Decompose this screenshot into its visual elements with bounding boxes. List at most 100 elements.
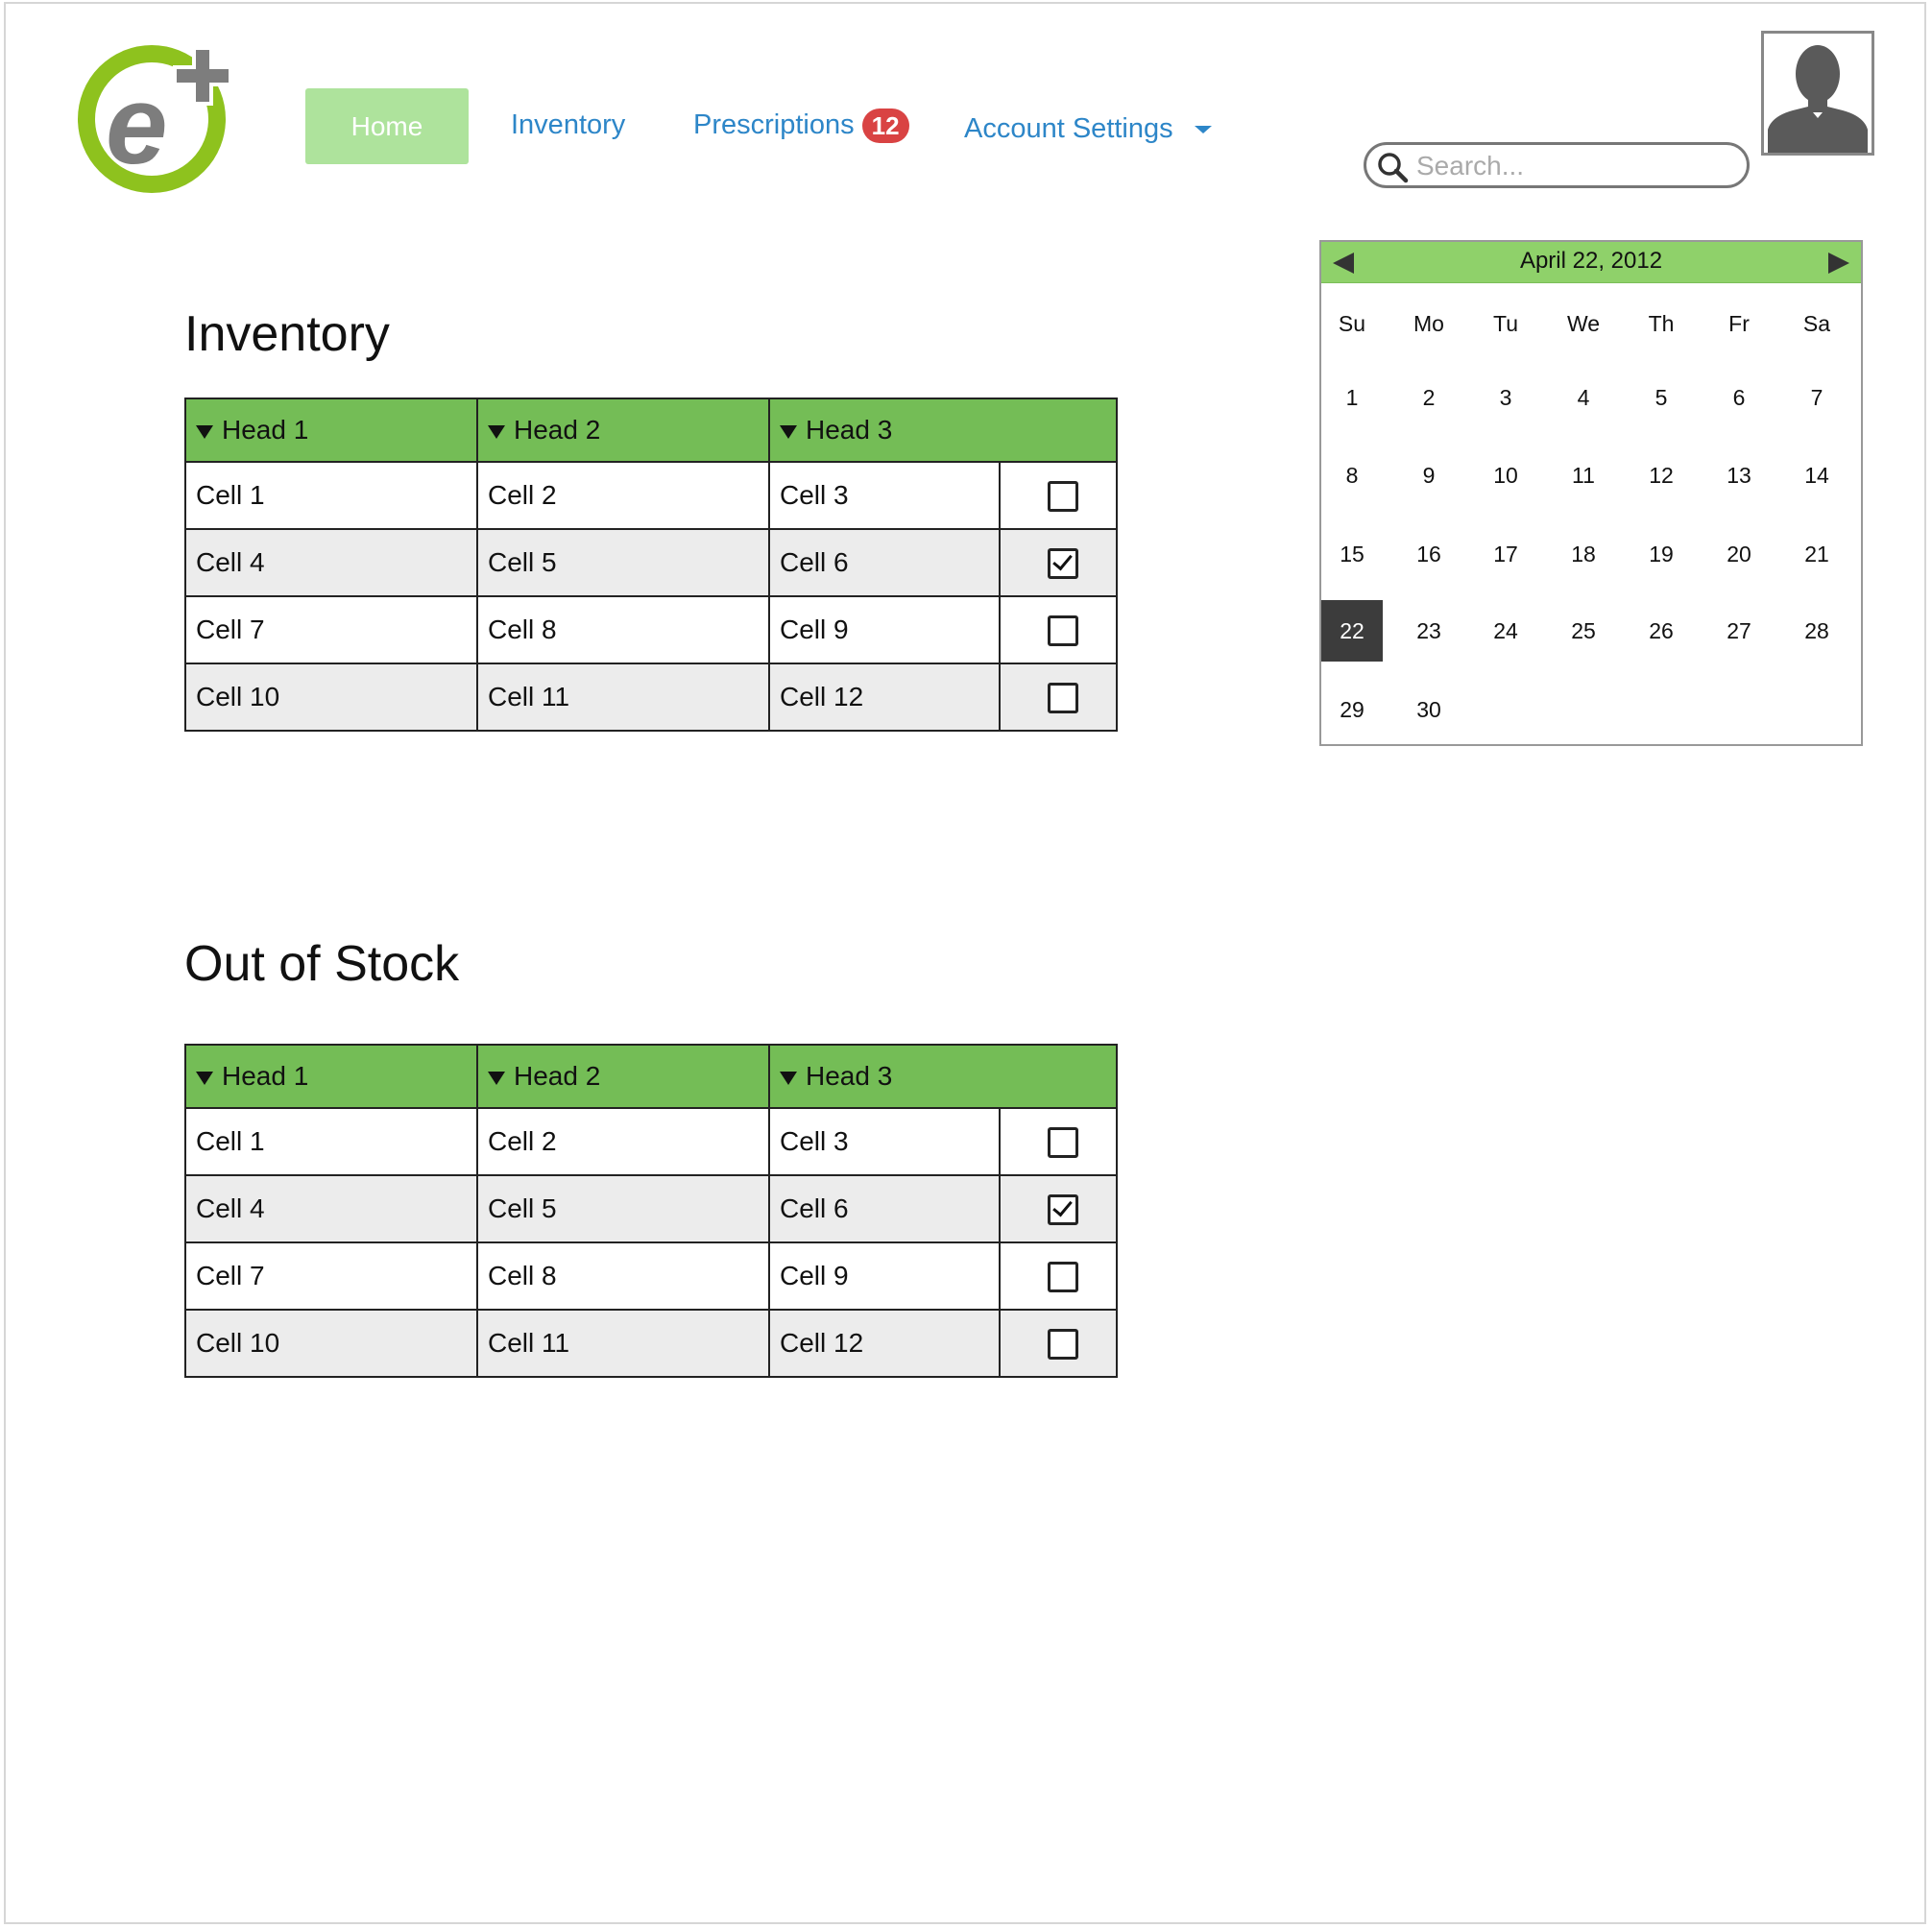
row-checkbox[interactable] <box>1047 615 1078 646</box>
row-checkbox[interactable] <box>1047 1193 1078 1225</box>
e-plus-logo-icon: e <box>78 45 232 193</box>
calendar-day[interactable]: 27 <box>1708 600 1770 662</box>
row-checkbox[interactable] <box>1047 1261 1078 1292</box>
triangle-down-icon <box>488 1071 505 1085</box>
table-cell: Cell 12 <box>768 663 1001 732</box>
calendar-day[interactable]: 14 <box>1786 445 1847 506</box>
calendar-day[interactable]: 15 <box>1321 523 1383 585</box>
table-cell: Cell 12 <box>768 1309 1001 1378</box>
column-header[interactable]: Head 1 <box>184 1044 478 1109</box>
table-cell: Cell 1 <box>184 461 478 530</box>
calendar-day[interactable]: 9 <box>1398 445 1460 506</box>
triangle-down-icon <box>488 424 505 439</box>
table-cell: Cell 8 <box>476 595 770 664</box>
calendar-day[interactable]: 12 <box>1630 445 1692 506</box>
triangle-right-icon[interactable] <box>1828 253 1849 274</box>
table-cell: Cell 9 <box>768 1241 1001 1311</box>
nav-prescriptions-link[interactable]: Prescriptions 12 <box>693 108 909 144</box>
search-box[interactable] <box>1364 142 1750 188</box>
calendar-day[interactable]: 6 <box>1708 367 1770 428</box>
table-row: Cell 10 Cell 11 Cell 12 <box>184 663 1119 732</box>
calendar-day[interactable]: 21 <box>1786 523 1847 585</box>
calendar-day[interactable]: 23 <box>1398 600 1460 662</box>
table-cell: Cell 6 <box>768 1174 1001 1243</box>
calendar-day[interactable]: 13 <box>1708 445 1770 506</box>
calendar-day[interactable]: 4 <box>1553 367 1614 428</box>
avatar[interactable] <box>1761 31 1874 156</box>
checkbox-cell <box>998 461 1119 530</box>
table-cell: Cell 1 <box>184 1107 478 1176</box>
checkbox-cell <box>998 1107 1119 1176</box>
column-header-label: Head 1 <box>222 1061 309 1091</box>
calendar-day[interactable]: 5 <box>1630 367 1692 428</box>
calendar-day[interactable]: 18 <box>1553 523 1614 585</box>
nav-home-button[interactable]: Home <box>305 88 469 164</box>
column-header[interactable]: Head 3 <box>767 1044 1119 1109</box>
calendar-weekday: We <box>1566 311 1601 336</box>
calendar-day[interactable]: 29 <box>1321 679 1383 740</box>
search-input[interactable] <box>1414 149 1735 183</box>
logo[interactable]: e <box>67 40 240 194</box>
column-header[interactable]: Head 1 <box>184 398 478 463</box>
calendar-day[interactable]: 20 <box>1708 523 1770 585</box>
calendar-day[interactable]: 8 <box>1321 445 1383 506</box>
table-cell: Cell 9 <box>768 595 1001 664</box>
table-cell: Cell 5 <box>476 1174 770 1243</box>
nav-account-settings-dropdown[interactable]: Account Settings <box>964 111 1212 146</box>
prescriptions-count-badge: 12 <box>861 108 909 144</box>
table-cell: Cell 10 <box>184 1309 478 1378</box>
calendar-day[interactable]: 16 <box>1398 523 1460 585</box>
column-header[interactable]: Head 2 <box>476 398 770 463</box>
checkbox-cell <box>998 663 1119 732</box>
calendar-title: April 22, 2012 <box>1519 248 1663 274</box>
calendar-day[interactable]: 24 <box>1475 600 1536 662</box>
column-header[interactable]: Head 3 <box>767 398 1119 463</box>
checkbox-cell <box>998 1174 1119 1243</box>
calendar-day[interactable]: 17 <box>1475 523 1536 585</box>
calendar-header: April 22, 2012 <box>1321 242 1861 283</box>
caret-down-icon <box>1194 126 1212 134</box>
column-header-label: Head 2 <box>514 1061 601 1091</box>
calendar-day[interactable]: 10 <box>1475 445 1536 506</box>
calendar-day[interactable]: 2 <box>1398 367 1460 428</box>
row-checkbox[interactable] <box>1047 547 1078 579</box>
out-of-stock-heading: Out of Stock <box>184 936 460 992</box>
calendar-weekday: Su <box>1338 311 1366 336</box>
triangle-down-icon <box>196 1071 213 1085</box>
calendar-day[interactable]: 3 <box>1475 367 1536 428</box>
table-header-row: Head 1 Head 2 Head 3 <box>184 1044 1119 1109</box>
checkbox-cell <box>998 1241 1119 1311</box>
row-checkbox[interactable] <box>1047 480 1078 512</box>
column-header[interactable]: Head 2 <box>476 1044 770 1109</box>
table-row: Cell 10 Cell 11 Cell 12 <box>184 1309 1119 1378</box>
inventory-heading: Inventory <box>184 306 390 362</box>
calendar-widget: April 22, 2012 Su Mo Tu We Th Fr Sa 1234567891… <box>1319 240 1863 746</box>
nav-inventory-link[interactable]: Inventory <box>511 108 625 142</box>
table-cell: Cell 8 <box>476 1241 770 1311</box>
table-cell: Cell 2 <box>476 1107 770 1176</box>
calendar-weekday: Th <box>1648 311 1675 336</box>
calendar-day[interactable]: 22 <box>1321 600 1383 662</box>
row-checkbox[interactable] <box>1047 1126 1078 1158</box>
calendar-day[interactable]: 26 <box>1630 600 1692 662</box>
calendar-day[interactable]: 30 <box>1398 679 1460 740</box>
calendar-day[interactable]: 28 <box>1786 600 1847 662</box>
calendar-weekday: Fr <box>1728 311 1750 336</box>
table-cell: Cell 11 <box>476 663 770 732</box>
calendar-day[interactable]: 19 <box>1630 523 1692 585</box>
row-checkbox[interactable] <box>1047 1328 1078 1360</box>
calendar-day[interactable]: 11 <box>1553 445 1614 506</box>
checkbox-cell <box>998 595 1119 664</box>
calendar-day[interactable]: 7 <box>1786 367 1847 428</box>
row-checkbox[interactable] <box>1047 682 1078 713</box>
triangle-down-icon <box>196 424 213 439</box>
svg-text:e: e <box>106 62 168 187</box>
column-header-label: Head 1 <box>222 415 309 445</box>
checkbox-cell <box>998 1309 1119 1378</box>
calendar-day[interactable]: 1 <box>1321 367 1383 428</box>
table-row: Cell 1 Cell 2 Cell 3 <box>184 461 1119 530</box>
calendar-weekday: Mo <box>1413 311 1444 336</box>
triangle-down-icon <box>780 1071 797 1085</box>
calendar-day[interactable]: 25 <box>1553 600 1614 662</box>
table-row: Cell 4 Cell 5 Cell 6 <box>184 528 1119 597</box>
